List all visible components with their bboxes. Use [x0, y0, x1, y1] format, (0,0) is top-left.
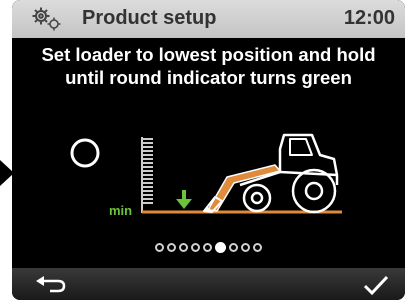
- tractor-loader-icon: [203, 133, 339, 214]
- pager-dot: [203, 243, 212, 252]
- pager-dot: [241, 243, 250, 252]
- page-title: Product setup: [82, 7, 217, 29]
- pager-dot: [155, 243, 164, 252]
- pager-dot: [191, 243, 200, 252]
- instruction-line-2: until round indicator turns green: [65, 67, 352, 88]
- clock: 12:00: [343, 7, 395, 29]
- pager-dot: [229, 243, 238, 252]
- instruction-text: Set loader to lowest position and hold u…: [12, 43, 405, 89]
- step-pager: [12, 240, 405, 256]
- pager-dot: [253, 243, 262, 252]
- back-arrow-icon[interactable]: [32, 274, 68, 296]
- min-label: min: [109, 203, 132, 218]
- gear-icon: [32, 7, 61, 31]
- circle-outline-icon: [70, 138, 100, 168]
- pager-dot: [167, 243, 176, 252]
- instruction-line-1: Set loader to lowest position and hold: [41, 44, 376, 65]
- pager-dot: [179, 243, 188, 252]
- pager-dot-active: [215, 242, 226, 253]
- height-scale-icon: [141, 137, 153, 213]
- loader-illustration: min: [70, 133, 342, 218]
- checkmark-icon[interactable]: [361, 273, 391, 297]
- footer-bar: [12, 268, 405, 300]
- header-bar: Product setup 12:00: [12, 0, 405, 38]
- down-arrow-icon: [176, 190, 192, 209]
- device: Product setup 12:00 Set loader to lowest…: [0, 0, 413, 300]
- display-screen: Product setup 12:00 Set loader to lowest…: [12, 0, 405, 300]
